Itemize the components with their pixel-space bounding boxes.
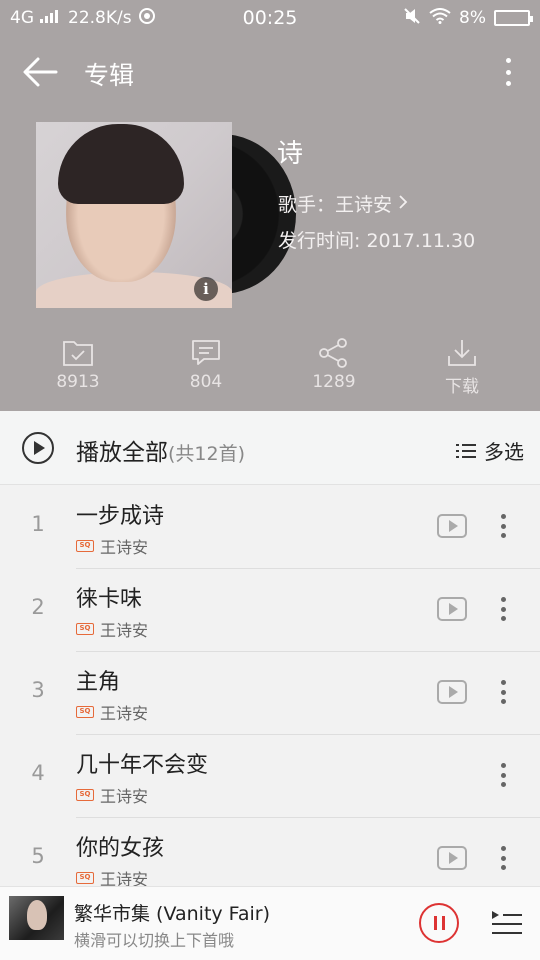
swipe-hint: 横滑可以切换上下首哦 xyxy=(74,931,235,950)
album-header: 4G 22.8K/s 00:25 8% 专辑 i 诗 歌手：王诗安 发行时间: … xyxy=(0,0,540,411)
share-button[interactable]: 1289 xyxy=(270,338,398,398)
chevron-right-icon xyxy=(398,193,408,215)
mini-player[interactable]: 繁华市集 (Vanity Fair) 横滑可以切换上下首哦 xyxy=(0,886,540,960)
clock: 00:25 xyxy=(242,7,298,29)
download-label: 下载 xyxy=(445,377,479,397)
song-more-icon[interactable] xyxy=(501,514,507,538)
now-playing-title: 繁华市集 (Vanity Fair) xyxy=(74,903,271,925)
folder-check-icon xyxy=(63,341,93,366)
multi-select-label: 多选 xyxy=(484,440,524,464)
play-all-bar: 播放全部(共12首) 多选 xyxy=(0,411,540,485)
comment-button[interactable]: 804 xyxy=(142,338,270,398)
song-row[interactable]: 2 徕卡味 SQ 王诗安 xyxy=(0,569,540,652)
share-count: 1289 xyxy=(312,372,356,392)
song-artist: 王诗安 xyxy=(100,621,149,640)
sq-badge-icon: SQ xyxy=(76,623,94,635)
collect-button[interactable]: 8913 xyxy=(14,338,142,398)
album-actions: 8913 804 1289 下载 xyxy=(0,338,540,398)
album-cover-image[interactable]: i xyxy=(36,122,232,308)
play-all-label: 播放全部 xyxy=(76,440,168,466)
mv-play-icon[interactable] xyxy=(437,846,467,870)
sq-badge-icon: SQ xyxy=(76,706,94,718)
mv-play-icon[interactable] xyxy=(437,680,467,704)
song-title: 徕卡味 xyxy=(76,587,143,612)
more-options-icon[interactable] xyxy=(502,54,514,90)
comment-icon xyxy=(192,340,220,365)
back-arrow-icon[interactable] xyxy=(22,56,58,88)
comment-count: 804 xyxy=(189,372,223,392)
track-number: 4 xyxy=(31,761,45,785)
now-playing-thumbnail[interactable] xyxy=(9,896,64,940)
song-more-icon[interactable] xyxy=(501,846,507,870)
track-number: 5 xyxy=(31,844,45,868)
song-artist: 王诗安 xyxy=(100,704,149,723)
info-icon[interactable]: i xyxy=(194,277,218,301)
battery-icon xyxy=(494,10,533,26)
sq-badge-icon: SQ xyxy=(76,540,94,552)
song-title: 一步成诗 xyxy=(76,504,165,529)
download-button[interactable]: 下载 xyxy=(398,338,526,398)
track-number: 2 xyxy=(31,595,45,619)
multi-select-button[interactable]: 多选 xyxy=(456,436,524,465)
song-more-icon[interactable] xyxy=(501,680,507,704)
page-title: 专辑 xyxy=(84,61,135,90)
share-icon xyxy=(319,338,347,368)
list-icon xyxy=(456,443,476,459)
release-date: 发行时间: 2017.11.30 xyxy=(278,230,476,252)
song-more-icon[interactable] xyxy=(501,763,507,787)
song-more-icon[interactable] xyxy=(501,597,507,621)
track-number: 1 xyxy=(31,512,45,536)
sq-badge-icon: SQ xyxy=(76,872,94,884)
song-artist: 王诗安 xyxy=(100,538,149,557)
song-title: 主角 xyxy=(76,670,121,695)
singer-link[interactable]: 歌手：王诗安 xyxy=(278,190,408,217)
album-title: 诗 xyxy=(277,139,304,169)
pause-icon[interactable] xyxy=(419,903,459,943)
playlist-queue-icon[interactable] xyxy=(491,909,523,937)
mv-play-icon[interactable] xyxy=(437,514,467,538)
top-bar: 专辑 xyxy=(0,44,540,100)
mv-play-icon[interactable] xyxy=(437,597,467,621)
song-title: 几十年不会变 xyxy=(76,753,209,778)
album-cover-area[interactable]: i xyxy=(36,122,296,308)
song-artist: 王诗安 xyxy=(100,787,149,806)
song-row[interactable]: 4 几十年不会变 SQ 王诗安 xyxy=(0,735,540,818)
song-row[interactable]: 3 主角 SQ 王诗安 xyxy=(0,652,540,735)
collect-count: 8913 xyxy=(56,372,100,392)
sq-badge-icon: SQ xyxy=(76,789,94,801)
status-bar: 4G 22.8K/s 00:25 8% xyxy=(0,0,540,36)
song-row[interactable]: 1 一步成诗 SQ 王诗安 xyxy=(0,486,540,569)
song-count: (共12首) xyxy=(168,443,246,465)
play-all-button[interactable]: 播放全部(共12首) xyxy=(76,433,245,467)
download-icon xyxy=(448,340,476,366)
song-title: 你的女孩 xyxy=(76,836,165,861)
singer-label: 歌手：王诗安 xyxy=(278,194,393,216)
track-number: 3 xyxy=(31,678,45,702)
play-all-icon[interactable] xyxy=(22,432,54,464)
